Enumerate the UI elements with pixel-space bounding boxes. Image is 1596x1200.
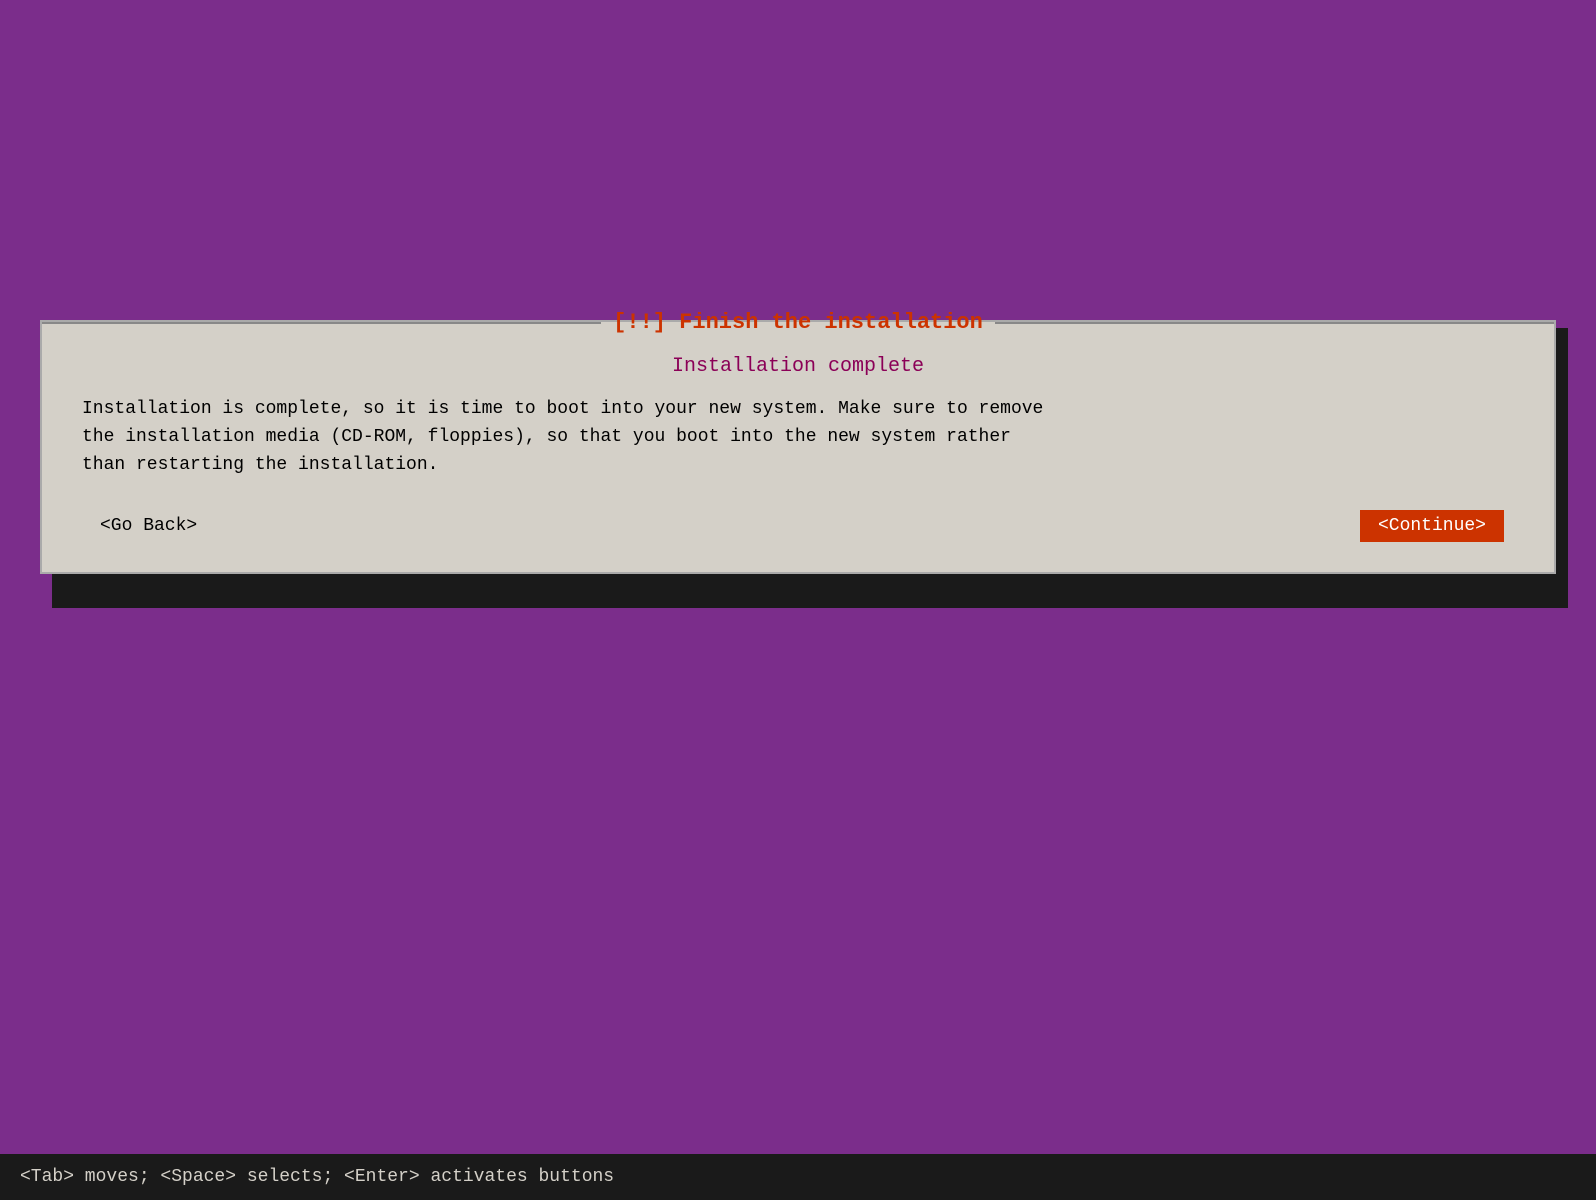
dialog-body: Installation complete Installation is co… [42, 335, 1554, 572]
title-line-left [42, 322, 601, 324]
dialog-box: [!!] Finish the installation Installatio… [40, 320, 1556, 574]
bottom-bar: <Tab> moves; <Space> selects; <Enter> ac… [0, 1154, 1596, 1200]
dialog-message: Installation is complete, so it is time … [82, 396, 1514, 480]
dialog-container: [!!] Finish the installation Installatio… [40, 320, 1556, 574]
go-back-button[interactable]: <Go Back> [92, 512, 205, 540]
dialog-title-bar: [!!] Finish the installation [42, 310, 1554, 335]
bottom-bar-text: <Tab> moves; <Space> selects; <Enter> ac… [20, 1167, 614, 1187]
continue-button[interactable]: <Continue> [1360, 510, 1504, 542]
title-line-right [995, 322, 1554, 324]
message-line1: Installation is complete, so it is time … [82, 399, 1043, 419]
message-line2: the installation media (CD-ROM, floppies… [82, 427, 1011, 447]
dialog-subtitle: Installation complete [82, 355, 1514, 378]
dialog-title: [!!] Finish the installation [601, 310, 995, 335]
message-line3: than restarting the installation. [82, 455, 438, 475]
dialog-buttons: <Go Back> <Continue> [82, 510, 1514, 542]
